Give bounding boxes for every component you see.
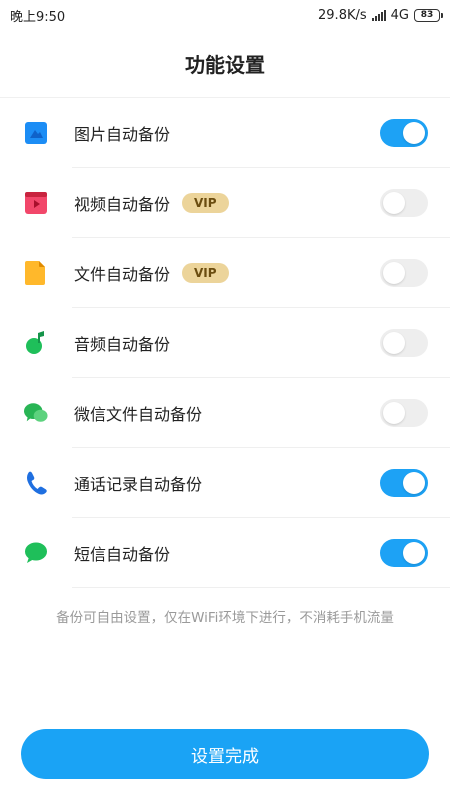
page-header: 功能设置 (0, 30, 450, 98)
setting-row-sms-backup: 短信自动备份 (0, 518, 450, 588)
backup-hint-text: 备份可自由设置，仅在WiFi环境下进行，不消耗手机流量 (56, 610, 394, 626)
network-type: 4G (390, 7, 409, 23)
setting-label: 微信文件自动备份 (74, 405, 203, 424)
video-icon (24, 191, 48, 215)
wechat-icon (24, 401, 48, 425)
wechat-file-backup-toggle[interactable] (380, 399, 428, 427)
file-backup-toggle[interactable] (380, 259, 428, 287)
toggle-knob (403, 542, 425, 564)
image-icon (24, 121, 48, 145)
call-log-backup-toggle[interactable] (380, 469, 428, 497)
status-time: 晚上9:50 (10, 9, 66, 25)
file-icon (24, 261, 48, 285)
music-note-icon (24, 331, 48, 355)
status-indicators: 29.8K/s 4G 83 (318, 7, 443, 23)
toggle-knob (403, 122, 425, 144)
setting-row-wechat-file-backup: 微信文件自动备份 (0, 378, 450, 448)
vip-badge: VIP (182, 263, 229, 283)
status-bar: 晚上9:50 29.8K/s 4G 83 (0, 0, 450, 30)
setting-label: 音频自动备份 (74, 335, 171, 354)
toggle-knob (403, 472, 425, 494)
setting-label: 短信自动备份 (74, 545, 171, 564)
signal-icon (371, 9, 386, 21)
vip-badge: VIP (182, 193, 229, 213)
setting-row-file-backup: 文件自动备份 VIP (0, 238, 450, 308)
setting-row-call-log-backup: 通话记录自动备份 (0, 448, 450, 518)
toggle-knob (383, 192, 405, 214)
phone-icon (24, 471, 48, 495)
sms-icon (24, 541, 48, 565)
toggle-knob (383, 332, 405, 354)
battery-icon: 83 (414, 8, 443, 22)
video-backup-toggle[interactable] (380, 189, 428, 217)
network-speed: 29.8K/s (318, 7, 367, 23)
setting-label: 图片自动备份 (74, 125, 171, 144)
toggle-knob (383, 402, 405, 424)
setting-label: 通话记录自动备份 (74, 475, 203, 494)
setting-label: 视频自动备份 (74, 195, 171, 214)
setting-row-video-backup: 视频自动备份 VIP (0, 168, 450, 238)
toggle-knob (383, 262, 405, 284)
setting-row-image-backup: 图片自动备份 (0, 98, 450, 168)
battery-level: 83 (420, 10, 434, 20)
setting-label: 文件自动备份 (74, 265, 171, 284)
sms-backup-toggle[interactable] (380, 539, 428, 567)
image-backup-toggle[interactable] (380, 119, 428, 147)
setting-row-audio-backup: 音频自动备份 (0, 308, 450, 378)
audio-backup-toggle[interactable] (380, 329, 428, 357)
settings-list: 图片自动备份 视频自动备份 VIP 文件自动备份 VIP 音频自动备份 微信文件… (0, 98, 450, 588)
page-title: 功能设置 (185, 53, 265, 77)
finish-settings-button[interactable]: 设置完成 (21, 729, 429, 779)
